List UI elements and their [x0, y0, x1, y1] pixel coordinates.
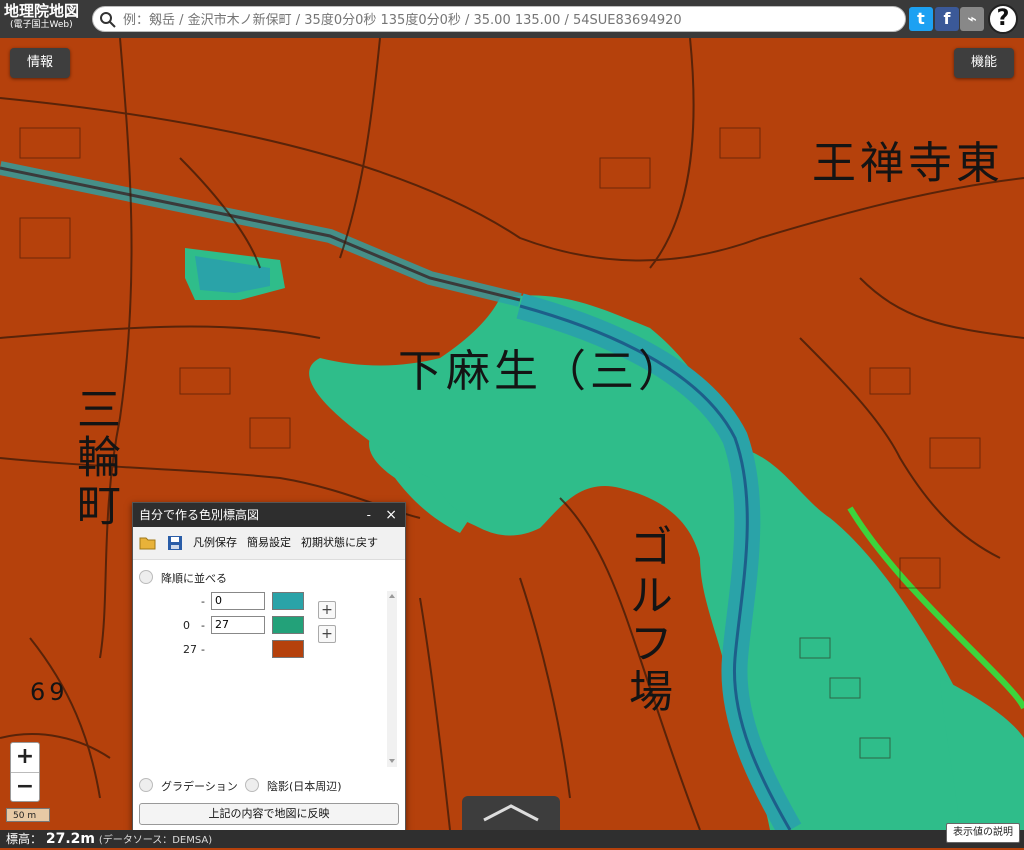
zoom-in-button[interactable]: +: [11, 743, 39, 773]
row3-color-swatch[interactable]: [272, 640, 304, 658]
close-button[interactable]: ×: [385, 503, 397, 527]
zoom-out-button[interactable]: −: [11, 773, 39, 802]
facebook-icon[interactable]: f: [935, 7, 959, 31]
panel-header[interactable]: 自分で作る色別標高図 - ×: [133, 503, 405, 527]
minimize-button[interactable]: -: [367, 503, 371, 527]
explain-values-button[interactable]: 表示値の説明: [946, 823, 1020, 843]
help-button[interactable]: ?: [988, 4, 1018, 34]
search-icon: [100, 12, 116, 28]
elevation-readout: 標高： 27.2m (データソース：DEMSA): [6, 830, 212, 850]
site-logo[interactable]: 地理院地図 (電子国土Web): [4, 2, 79, 31]
search-box: [92, 6, 906, 32]
status-bar: 標高： 27.2m (データソース：DEMSA): [0, 830, 1024, 848]
gradation-radio[interactable]: [139, 778, 153, 792]
shade-radio[interactable]: [245, 778, 259, 792]
simple-settings-button[interactable]: 簡易設定: [247, 527, 291, 559]
row1-color-swatch[interactable]: [272, 592, 304, 610]
search-input[interactable]: [121, 9, 895, 31]
add-row-button-2[interactable]: +: [318, 625, 336, 643]
info-button[interactable]: 情報: [10, 48, 70, 78]
shade-label: 陰影(日本周辺): [267, 780, 342, 793]
scrollbar-arrows-icon: [389, 594, 395, 763]
elevation-label: 標高：: [6, 832, 43, 846]
map-label-69: 69: [30, 678, 69, 706]
panel-toolbar: 凡例保存 簡易設定 初期状態に戻す: [133, 527, 405, 560]
row3-from: 27: [183, 643, 197, 656]
chevron-up-icon: [483, 804, 539, 822]
zoom-control: + −: [10, 742, 40, 802]
open-folder-icon[interactable]: [139, 535, 157, 551]
panel-scrollbar[interactable]: [387, 591, 397, 767]
map-label-shimoasao: 下麻生（三）: [398, 346, 686, 397]
elevation-value: 27.2m: [45, 831, 95, 847]
link-icon[interactable]: ⌁: [960, 7, 984, 31]
sort-desc-label: 降順に並べる: [161, 572, 227, 585]
apply-button[interactable]: 上記の内容で地図に反映: [139, 803, 399, 825]
add-row-button-1[interactable]: +: [318, 601, 336, 619]
map-label-miwacho: 三輪町: [69, 386, 120, 530]
scale-bar: 50 m: [6, 808, 50, 822]
top-bar: 地理院地図 (電子国土Web) t f ⌁ ?: [0, 0, 1024, 38]
site-title: 地理院地図: [4, 2, 80, 20]
map-label-oushojihigashi: 王禅寺東: [812, 138, 1004, 189]
row2-dash: -: [201, 619, 205, 632]
map-label-golf: ゴルフ場: [621, 524, 672, 716]
row3-dash: -: [201, 643, 205, 656]
row2-color-swatch[interactable]: [272, 616, 304, 634]
row1-value-input[interactable]: 0: [211, 592, 265, 610]
twitter-icon[interactable]: t: [909, 7, 933, 31]
row2-value-input[interactable]: 27: [211, 616, 265, 634]
panel-title: 自分で作る色別標高図: [139, 508, 260, 522]
save-icon[interactable]: [167, 535, 183, 551]
data-source: (データソース：DEMSA): [98, 835, 213, 846]
gradation-label: グラデーション: [161, 780, 238, 793]
row2-from: 0: [183, 619, 190, 632]
site-subtitle: (電子国土Web): [10, 20, 73, 30]
row1-dash: -: [201, 595, 205, 608]
color-elevation-panel: 自分で作る色別標高図 - × 凡例保存 簡易設定 初期状態に戻す 降順に並べる …: [132, 502, 406, 832]
functions-button[interactable]: 機能: [954, 48, 1014, 78]
sort-desc-radio[interactable]: [139, 570, 153, 584]
expand-panel-button[interactable]: [462, 796, 560, 830]
save-legend-button[interactable]: 凡例保存: [193, 527, 237, 559]
reset-button[interactable]: 初期状態に戻す: [301, 527, 378, 559]
